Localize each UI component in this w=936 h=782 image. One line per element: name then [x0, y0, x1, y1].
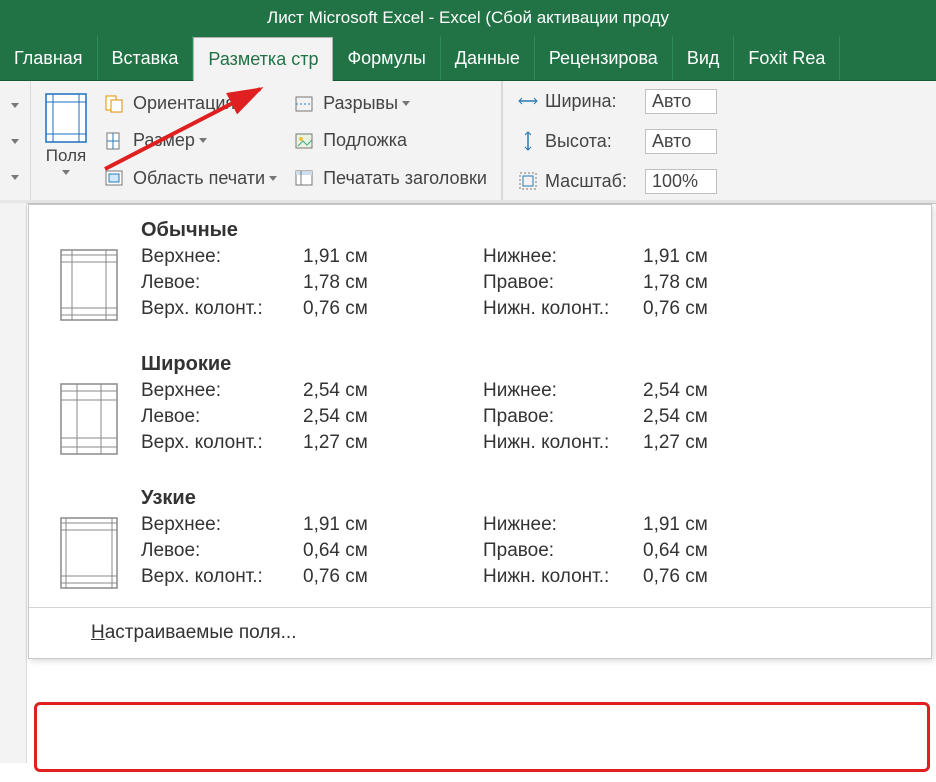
custom-margins-button[interactable]: Настраиваемые поля...	[29, 607, 931, 658]
chevron-down-icon	[269, 176, 277, 181]
print-titles-label: Печатать заголовки	[323, 168, 487, 189]
chevron-down-icon[interactable]	[11, 175, 19, 180]
ribbon: Поля Ориентация Размер	[0, 81, 936, 202]
tab-page-layout[interactable]: Разметка стр	[193, 37, 333, 81]
preset-title: Широкие	[141, 353, 913, 376]
window-title: Лист Microsoft Excel - Excel (Сбой актив…	[0, 0, 936, 36]
print-area-button[interactable]: Область печати	[103, 165, 277, 191]
chevron-down-icon	[402, 101, 410, 106]
tab-review[interactable]: Рецензирова	[535, 36, 673, 80]
print-area-label: Область печати	[133, 168, 265, 189]
margins-dropdown: Обычные Верхнее:1,91 смНижнее:1,91 см Ле…	[28, 204, 932, 659]
tab-data[interactable]: Данные	[441, 36, 535, 80]
group-page-setup: Поля Ориентация Размер	[31, 81, 502, 201]
ribbon-tabs: Главная Вставка Разметка стр Формулы Дан…	[0, 36, 936, 81]
chevron-down-icon	[62, 170, 70, 175]
width-label: Ширина:	[545, 91, 641, 112]
tab-view[interactable]: Вид	[673, 36, 735, 80]
preset-title: Узкие	[141, 487, 913, 510]
orientation-label: Ориентация	[133, 93, 235, 114]
background-label: Подложка	[323, 130, 407, 151]
orientation-icon	[103, 93, 125, 115]
margins-preset-normal[interactable]: Обычные Верхнее:1,91 смНижнее:1,91 см Ле…	[29, 205, 931, 339]
margins-preset-narrow[interactable]: Узкие Верхнее:1,91 смНижнее:1,91 см Лево…	[29, 473, 931, 607]
preset-preview-icon	[47, 487, 131, 589]
background-button[interactable]: Подложка	[293, 128, 487, 154]
height-value[interactable]: Авто	[645, 129, 717, 154]
orientation-button[interactable]: Ориентация	[103, 91, 277, 117]
height-label: Высота:	[545, 131, 641, 152]
ruler-vertical	[0, 203, 27, 763]
margins-button[interactable]: Поля	[37, 85, 95, 197]
scale-label: Масштаб:	[545, 171, 641, 192]
size-label: Размер	[133, 130, 195, 151]
tab-foxit[interactable]: Foxit Rea	[734, 36, 840, 80]
custom-margins-accel: Н	[91, 622, 105, 643]
preset-title: Обычные	[141, 219, 913, 242]
breaks-label: Разрывы	[323, 93, 398, 114]
custom-margins-label: астраиваемые поля...	[105, 622, 297, 643]
size-icon	[103, 130, 125, 152]
tab-home[interactable]: Главная	[0, 36, 98, 80]
chevron-down-icon	[199, 138, 207, 143]
ribbon-truncated-left	[0, 81, 31, 201]
tab-formulas[interactable]: Формулы	[333, 36, 440, 80]
print-titles-icon	[293, 167, 315, 189]
scale-icon	[517, 170, 539, 192]
scale-value[interactable]: 100%	[645, 169, 717, 194]
group-scale-to-fit: Ширина: Авто Высота: Авто Масштаб: 100%	[502, 81, 725, 201]
print-titles-button[interactable]: Печатать заголовки	[293, 165, 487, 191]
tab-insert[interactable]: Вставка	[98, 36, 194, 80]
chevron-down-icon[interactable]	[11, 103, 19, 108]
breaks-icon	[293, 93, 315, 115]
height-icon	[517, 130, 539, 152]
chevron-down-icon	[239, 101, 247, 106]
background-icon	[293, 130, 315, 152]
margins-preset-wide[interactable]: Широкие Верхнее:2,54 смНижнее:2,54 см Ле…	[29, 339, 931, 473]
width-icon	[517, 90, 539, 112]
margins-icon	[45, 93, 87, 143]
chevron-down-icon[interactable]	[11, 139, 19, 144]
margins-label: Поля	[46, 147, 86, 166]
size-button[interactable]: Размер	[103, 128, 277, 154]
print-area-icon	[103, 167, 125, 189]
preset-preview-icon	[47, 219, 131, 321]
annotation-highlight-box	[34, 702, 930, 772]
preset-preview-icon	[47, 353, 131, 455]
width-value[interactable]: Авто	[645, 89, 717, 114]
breaks-button[interactable]: Разрывы	[293, 91, 487, 117]
